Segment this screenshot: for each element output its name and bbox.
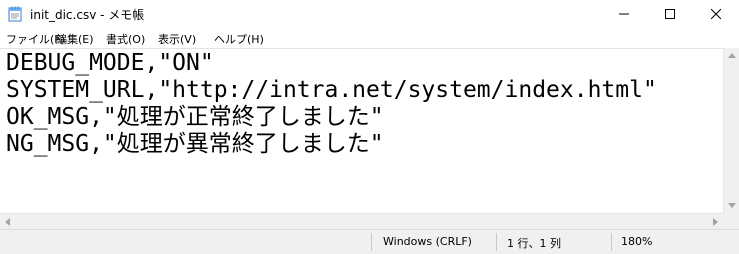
status-zoom: 180% (621, 235, 653, 248)
status-cursor-position: 1 行、1 列 (507, 237, 561, 250)
horizontal-scrollbar[interactable] (0, 213, 723, 229)
text-line: NG_MSG,"処理が異常終了しました" (6, 131, 384, 157)
maximize-button[interactable] (647, 0, 693, 28)
vertical-scrollbar[interactable] (723, 48, 739, 213)
close-icon (711, 9, 721, 19)
text-line: SYSTEM_URL,"http://intra.net/system/inde… (6, 77, 657, 103)
status-encoding: Windows (CRLF) (383, 235, 472, 248)
minimize-icon (619, 13, 629, 15)
maximize-icon (665, 9, 675, 19)
close-button[interactable] (693, 0, 739, 28)
menu-help[interactable]: ヘルプ(H) (214, 31, 264, 47)
status-bar: Windows (CRLF) 1 行、1 列 180% (0, 229, 739, 254)
status-divider (496, 233, 497, 251)
status-divider (371, 233, 372, 251)
notepad-window: init_dic.csv - メモ帳 ファイル(F) 編集(E) 書式(O) 表… (0, 0, 739, 254)
menu-edit[interactable]: 編集(E) (56, 31, 94, 47)
menu-view[interactable]: 表示(V) (158, 31, 196, 47)
text-line: DEBUG_MODE,"ON" (6, 50, 214, 76)
scroll-down-icon[interactable] (728, 203, 736, 208)
notepad-icon (8, 6, 22, 22)
menu-bar: ファイル(F) 編集(E) 書式(O) 表示(V) ヘルプ(H) (0, 30, 739, 48)
status-divider (611, 233, 612, 251)
minimize-button[interactable] (601, 0, 647, 28)
menu-format[interactable]: 書式(O) (106, 31, 145, 47)
title-bar[interactable]: init_dic.csv - メモ帳 (0, 0, 739, 28)
scroll-right-icon[interactable] (713, 218, 718, 226)
scrollbar-corner (723, 213, 739, 229)
scroll-up-icon[interactable] (728, 53, 736, 58)
window-title: init_dic.csv - メモ帳 (30, 8, 145, 22)
text-editor[interactable]: DEBUG_MODE,"ON" SYSTEM_URL,"http://intra… (0, 48, 723, 214)
scroll-left-icon[interactable] (5, 218, 10, 226)
text-line: OK_MSG,"処理が正常終了しました" (6, 104, 384, 130)
